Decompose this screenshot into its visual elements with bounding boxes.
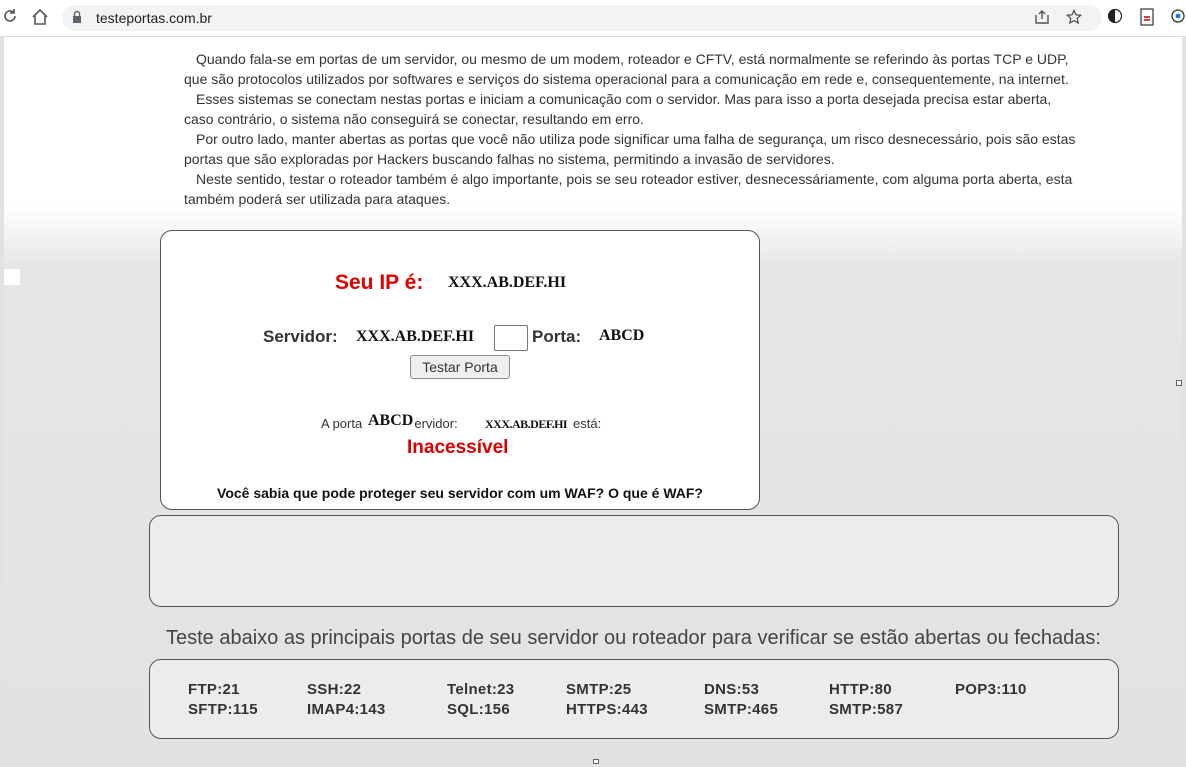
port-input[interactable] xyxy=(494,325,528,351)
lock-icon xyxy=(73,10,81,23)
theme-icon[interactable] xyxy=(1105,8,1125,28)
port-link-dns-53[interactable]: DNS:53 xyxy=(704,681,759,698)
star-icon[interactable] xyxy=(1064,8,1084,27)
ad-placeholder-box xyxy=(149,515,1119,607)
ports-heading: Teste abaixo as principais portas de seu… xyxy=(166,627,1101,649)
port-tester-panel: Seu IP é: XXX.AB.DEF.HI Servidor: XXX.AB… xyxy=(160,230,760,510)
ip-value: XXX.AB.DEF.HI xyxy=(448,274,567,291)
home-icon[interactable] xyxy=(30,8,50,28)
resize-handle[interactable] xyxy=(1176,380,1182,386)
waf-link[interactable]: O que é WAF? xyxy=(608,485,703,501)
port-value: ABCD xyxy=(599,327,645,344)
browser-toolbar: testeportas.com.br xyxy=(0,0,1186,37)
status-badge: Inacessível xyxy=(407,437,509,458)
pdf-extension-icon[interactable] xyxy=(1137,8,1157,28)
intro-paragraph: Neste sentido, testar o roteador também … xyxy=(184,171,1073,207)
resize-handle-bottom[interactable] xyxy=(593,759,599,764)
test-port-button[interactable]: Testar Porta xyxy=(410,355,510,379)
waf-question: Você sabia que pode proteger seu servido… xyxy=(217,485,605,501)
intro-text: Quando fala-se em portas de um servidor,… xyxy=(184,49,1084,209)
port-link-https-443[interactable]: HTTPS:443 xyxy=(566,701,648,718)
refresh-icon[interactable] xyxy=(0,8,20,28)
result-prefix: A porta xyxy=(321,416,363,431)
port-link-imap4-143[interactable]: IMAP4:143 xyxy=(307,701,386,718)
port-link-telnet-23[interactable]: Telnet:23 xyxy=(447,681,514,698)
page-content: Quando fala-se em portas de um servidor,… xyxy=(4,37,1182,764)
intro-paragraph: Quando fala-se em portas de um servidor,… xyxy=(184,51,1069,87)
port-link-ftp-21[interactable]: FTP:21 xyxy=(188,681,240,698)
port-label: Porta: xyxy=(532,327,582,346)
port-link-ssh-22[interactable]: SSH:22 xyxy=(307,681,361,698)
intro-paragraph: Esses sistemas se conectam nestas portas… xyxy=(184,91,1052,127)
intro-paragraph: Por outro lado, manter abertas as portas… xyxy=(184,131,1076,167)
result-server: XXX.AB.DEF.HI xyxy=(485,417,568,432)
port-link-http-80[interactable]: HTTP:80 xyxy=(829,681,892,698)
result-suffix: está: xyxy=(573,416,602,431)
side-marker xyxy=(4,269,20,285)
ip-label: Seu IP é: xyxy=(335,271,424,294)
port-link-sftp-115[interactable]: SFTP:115 xyxy=(188,701,258,718)
port-link-sql-156[interactable]: SQL:156 xyxy=(447,701,510,718)
waf-notice: Você sabia que pode proteger seu servido… xyxy=(161,485,759,501)
share-icon[interactable] xyxy=(1032,9,1052,27)
chrome-extension-icon[interactable] xyxy=(1168,8,1186,28)
port-link-smtp-465[interactable]: SMTP:465 xyxy=(704,701,778,718)
address-bar[interactable]: testeportas.com.br xyxy=(62,5,1102,31)
common-ports-panel: FTP:21 SSH:22 Telnet:23 SMTP:25 DNS:53 H… xyxy=(149,659,1119,739)
port-link-smtp-25[interactable]: SMTP:25 xyxy=(566,681,631,698)
result-port: ABCD xyxy=(367,412,415,430)
port-link-smtp-587[interactable]: SMTP:587 xyxy=(829,701,903,718)
port-link-pop3-110[interactable]: POP3:110 xyxy=(955,681,1027,698)
url-text: testeportas.com.br xyxy=(96,10,212,26)
server-label: Servidor: xyxy=(263,327,338,346)
server-input[interactable]: XXX.AB.DEF.HI xyxy=(356,328,474,346)
